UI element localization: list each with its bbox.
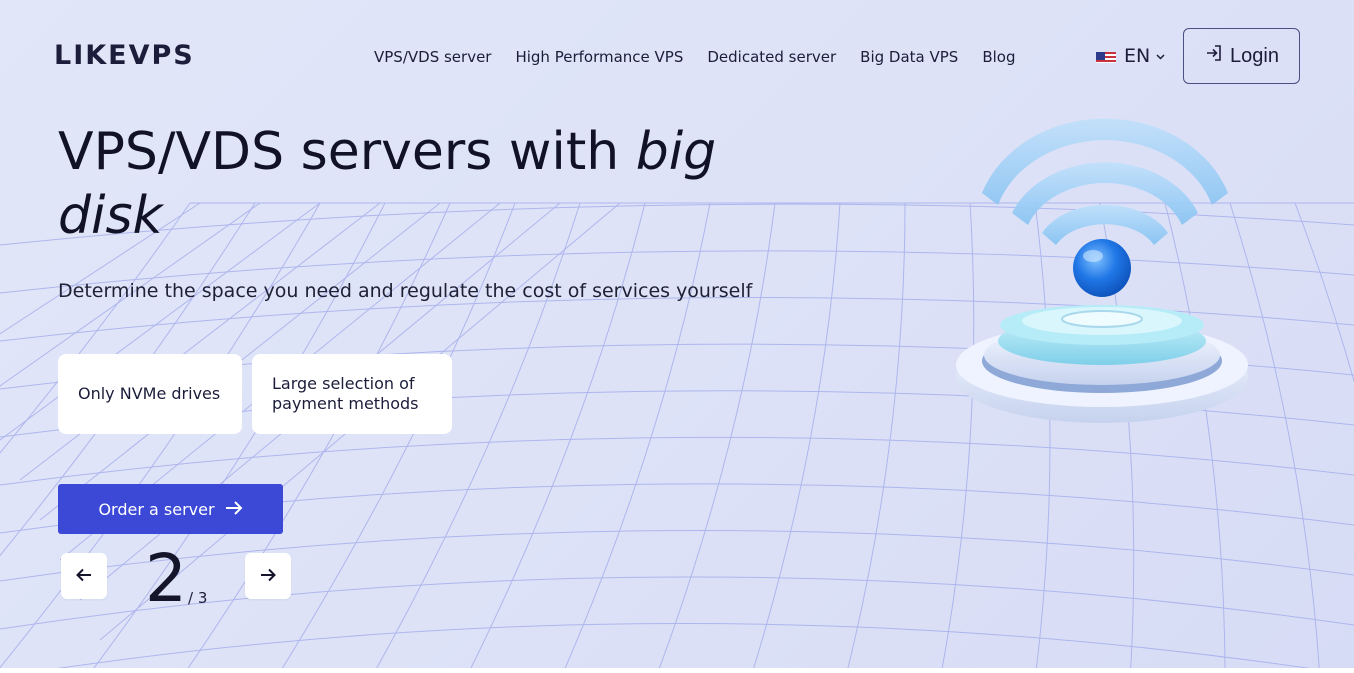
pager-current: 2 [145, 540, 187, 617]
language-code: EN [1124, 45, 1151, 67]
wifi-server-illustration [956, 118, 1248, 423]
login-button[interactable]: Login [1183, 28, 1300, 84]
login-label: Login [1230, 44, 1279, 67]
logo[interactable]: LIKEVPS [54, 40, 195, 71]
site-header: LIKEVPS VPS/VDS server High Performance … [0, 0, 1354, 110]
arrow-right-icon [225, 500, 243, 519]
chevron-down-icon [1156, 50, 1165, 63]
pager-total: / 3 [188, 589, 208, 607]
arrow-left-icon [76, 567, 92, 586]
hero-subtitle: Determine the space you need and regulat… [58, 280, 753, 302]
login-icon [1204, 43, 1224, 69]
language-selector[interactable]: EN [1096, 45, 1165, 67]
arrow-right-icon [260, 567, 276, 586]
nav-item-high-performance-vps[interactable]: High Performance VPS [515, 48, 683, 66]
pager-prev-button[interactable] [61, 553, 107, 599]
us-flag-icon [1096, 49, 1116, 63]
hero-title: VPS/VDS servers with big disk [58, 122, 717, 246]
nav-item-dedicated-server[interactable]: Dedicated server [707, 48, 836, 66]
order-server-button[interactable]: Order a server [58, 484, 283, 534]
nav-item-big-data-vps[interactable]: Big Data VPS [860, 48, 958, 66]
pager-next-button[interactable] [245, 553, 291, 599]
nav-item-vps-vds[interactable]: VPS/VDS server [374, 48, 491, 66]
feature-card-nvme: Only NVMe drives [58, 354, 242, 434]
feature-card-payment: Large selection of payment methods [252, 354, 452, 434]
nav-item-blog[interactable]: Blog [982, 48, 1015, 66]
section-divider [0, 668, 1354, 673]
main-nav: VPS/VDS server High Performance VPS Dedi… [374, 48, 1040, 66]
